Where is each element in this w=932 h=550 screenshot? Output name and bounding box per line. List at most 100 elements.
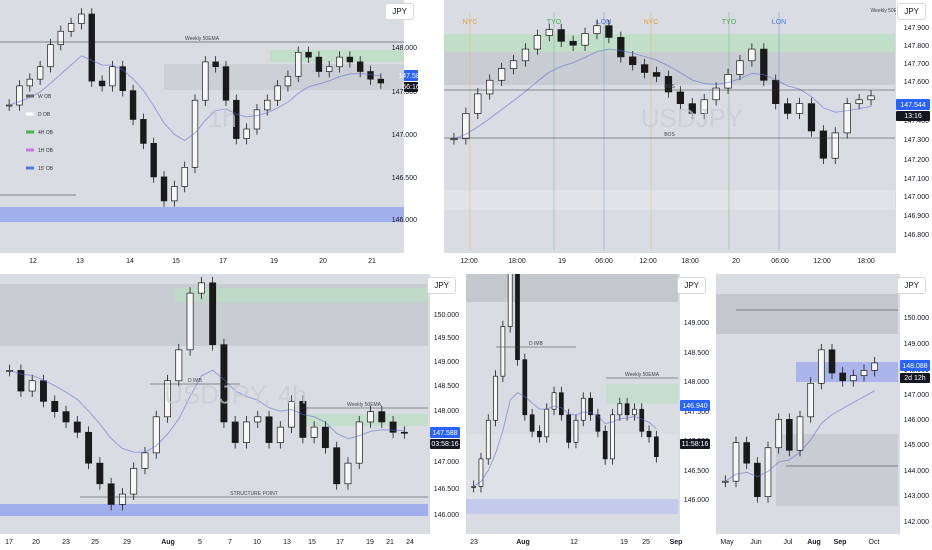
time-tick: Aug [807,539,821,546]
candle [295,51,302,77]
candle [51,400,59,413]
chart-canvas[interactable]: 150.000149.000148.000147.000146.000145.0… [716,274,932,550]
candle [209,282,217,346]
time-tick: 06:00 [595,258,613,265]
legend-label: 4H OB [38,130,54,136]
symbol-badge[interactable]: JPY [897,3,926,20]
time-tick: 29 [123,539,131,546]
candle [831,132,839,159]
candle [310,426,318,438]
candle [191,99,199,168]
candle [450,138,458,141]
chart-panel-1w[interactable]: 150.000149.000148.000147.000146.000145.0… [716,274,932,550]
candle [141,452,149,469]
discount-zone [444,190,895,210]
candle [796,416,804,451]
candle [566,414,572,443]
symbol-badge[interactable]: JPY [677,277,706,294]
chart-canvas[interactable]: Weekly 50EMASTRUCTURE POINTD IMBUSDJPY, … [0,274,462,550]
symbol-watermark: USDJPY, 4h [164,380,307,410]
price-tick: 146.500 [392,175,417,182]
time-tick: 19 [620,539,628,546]
candle [321,426,329,449]
candle [855,99,863,105]
time-tick: 21 [368,258,376,265]
chart-panel-1d[interactable]: Weekly 50EMA D IMB 149.000 148.500 148.000 14… [466,274,712,550]
price-tick: 147.000 [392,132,417,139]
time-tick: 12:00 [813,258,831,265]
candle [533,35,542,50]
candle [843,103,851,134]
price-tick: 148.500 [434,383,459,390]
candle [772,79,780,105]
candle [326,66,333,72]
time-tick: 23 [62,539,70,546]
candle [129,90,137,120]
candle [5,104,13,107]
candle [640,64,649,73]
legend-label: D OB [38,112,51,118]
current-price-label: 146.940 [682,403,707,410]
price-tick: 142.000 [904,519,929,526]
candle [722,480,729,483]
candle [509,60,518,69]
candle [96,462,104,485]
chart-canvas[interactable]: NYC TYO LON NYC TYO LONWeekly 50EMABOSBOSUSDJ… [444,0,932,270]
candle [632,408,637,416]
bar-countdown-label: 56:16 [402,84,420,91]
price-tick: 147.900 [904,25,929,32]
price-tick: 146.000 [904,417,929,424]
time-tick: 13 [283,539,291,546]
chart-canvas[interactable]: Weekly 50EMA W OB D OB 4H OB 1H OB 15' OB 1h 14… [0,0,420,270]
time-tick: 10 [253,539,261,546]
candle [786,419,793,451]
time-tick: 17 [219,258,227,265]
ob-zone-weekly [0,207,404,222]
demand-zone-4h [444,34,895,52]
time-tick: 23 [470,539,478,546]
time-tick: 14 [126,258,134,265]
line-label: Weekly 50EMA [347,402,382,408]
candle [736,60,744,75]
price-tick: 150.000 [904,315,929,322]
candle [497,68,506,81]
chart-panel-15m[interactable]: NYC TYO LON NYC TYO LON Weekly 50EMA BOS BOS USDJ… [444,0,932,270]
candle [775,419,782,449]
candle [748,48,756,62]
candle [333,447,341,485]
symbol-badge[interactable]: JPY [897,277,926,294]
candle [818,349,825,384]
symbol-watermark: USDJPY [641,103,744,133]
symbol-badge[interactable]: JPY [385,3,414,20]
chart-panel-4h[interactable]: Weekly 50EMA STRUCTURE POINT D IMB USDJPY, … [0,274,462,550]
time-tick: 19 [270,258,278,265]
price-tick: 149.500 [434,335,459,342]
demand-zone-4h [606,384,678,404]
candle [493,375,498,421]
candle [653,436,659,458]
candle [828,349,836,374]
time-tick: 18:00 [508,258,526,265]
session-label: LON [772,19,786,26]
chart-panel-1h[interactable]: Weekly 50EMA W OB D OB 4H OB 1H OB 15' OB 1h 14… [0,0,420,270]
candle [593,25,601,34]
time-tick: 25 [91,539,99,546]
chart-canvas[interactable]: Weekly 50EMA D IMB 149.000 148.500 148.000 14… [466,274,712,550]
candle [646,430,652,438]
time-tick: 19 [366,539,374,546]
line-label: Weekly 50EMA [185,36,220,42]
time-tick: Sep [670,539,683,546]
symbol-badge[interactable]: JPY [427,277,456,294]
current-price-label: 147.588 [432,430,457,437]
candle [807,382,814,418]
price-tick: 147.000 [904,194,929,201]
candle [243,128,250,139]
candle [580,397,586,421]
candle [265,416,273,443]
time-tick: 24 [406,539,414,546]
candle [212,61,219,68]
price-tick: 147.000 [904,392,929,399]
demand-zone-weekly [776,434,898,506]
time-tick: 12:00 [460,258,478,265]
price-tick: 143.000 [904,493,929,500]
